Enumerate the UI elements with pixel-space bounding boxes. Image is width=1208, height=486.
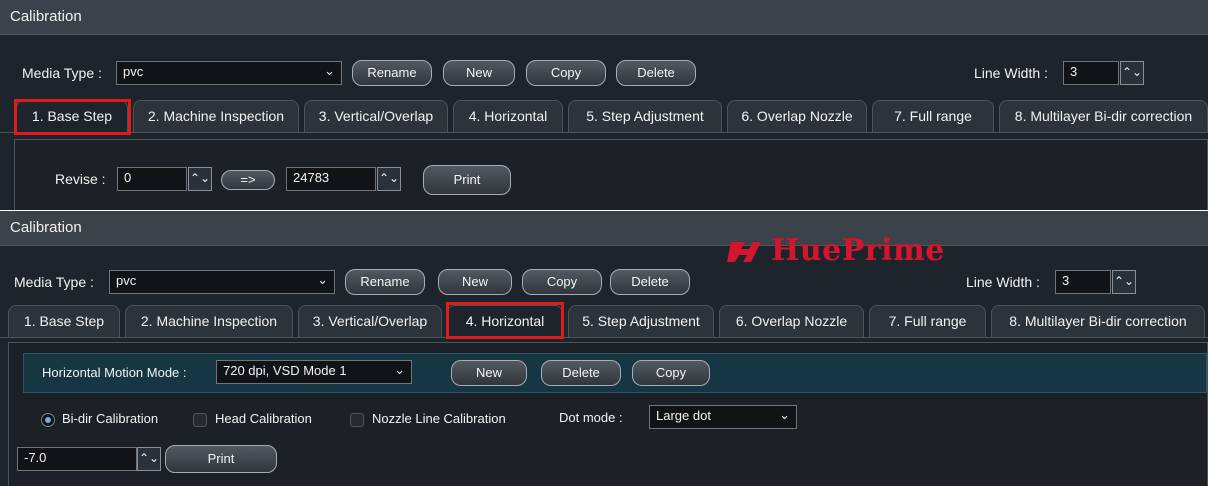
line-width-label: Line Width : <box>974 65 1048 81</box>
revise-value: 0 <box>124 170 132 185</box>
brand-mark-icon <box>727 241 761 262</box>
step-value-input[interactable]: 24783 <box>286 167 376 191</box>
chevron-down-icon: ⌄ <box>317 272 328 287</box>
brand-logo: HuePrime <box>727 233 945 268</box>
tab-divider <box>0 337 1208 338</box>
new-button[interactable]: New <box>443 60 515 86</box>
tab-step-adjustment[interactable]: 5. Step Adjustment <box>568 100 722 132</box>
motion-mode-value: 720 dpi, VSD Mode 1 <box>223 363 347 378</box>
copy-button[interactable]: Copy <box>526 60 606 86</box>
revise-input[interactable]: 0 <box>117 167 187 191</box>
delete-button[interactable]: Delete <box>610 269 690 295</box>
line-width-spinner[interactable]: ⌃⌄ <box>1112 270 1136 294</box>
new-button[interactable]: New <box>438 269 512 295</box>
offset-value: -7.0 <box>24 450 47 465</box>
tab-overlap-nozzle[interactable]: 6. Overlap Nozzle <box>719 305 864 337</box>
title-bar: Calibration <box>0 0 1208 35</box>
tab-step-adjustment[interactable]: 5. Step Adjustment <box>568 305 714 337</box>
rename-button[interactable]: Rename <box>345 269 425 295</box>
delete-button[interactable]: Delete <box>616 60 696 86</box>
rename-button[interactable]: Rename <box>352 60 432 86</box>
highlight-box-base-step <box>14 99 131 135</box>
line-width-value: 3 <box>1062 273 1070 288</box>
line-width-spinner[interactable]: ⌃⌄ <box>1120 61 1144 85</box>
line-width-input[interactable]: 3 <box>1055 270 1111 294</box>
nozzle-line-label: Nozzle Line Calibration <box>372 411 506 426</box>
tab-horizontal[interactable]: 4. Horizontal <box>453 100 563 132</box>
media-type-label: Media Type : <box>14 274 94 290</box>
revise-spinner[interactable]: ⌃⌄ <box>188 167 212 191</box>
copy-button[interactable]: Copy <box>522 269 602 295</box>
tab-multilayer-bidir[interactable]: 8. Multilayer Bi-dir correction <box>999 100 1208 132</box>
motion-mode-bar: Horizontal Motion Mode : 720 dpi, VSD Mo… <box>23 353 1207 393</box>
tab-multilayer-bidir[interactable]: 8. Multilayer Bi-dir correction <box>991 305 1205 337</box>
tab-base-step[interactable]: 1. Base Step <box>8 305 120 337</box>
nozzle-line-checkbox[interactable] <box>350 413 364 427</box>
head-calibration-label: Head Calibration <box>215 411 312 426</box>
media-type-dropdown[interactable]: pvc ⌄ <box>116 61 342 85</box>
print-button[interactable]: Print <box>423 165 511 195</box>
window-title: Calibration <box>10 8 82 25</box>
chevron-down-icon: ⌄ <box>779 407 790 422</box>
bidir-calibration-label: Bi-dir Calibration <box>62 411 159 426</box>
head-calibration-checkbox[interactable] <box>193 413 207 427</box>
motion-mode-dropdown[interactable]: 720 dpi, VSD Mode 1 ⌄ <box>216 360 412 384</box>
tab-overlap-nozzle[interactable]: 6. Overlap Nozzle <box>727 100 867 132</box>
line-width-value: 3 <box>1070 64 1078 79</box>
tab-divider <box>0 132 1208 133</box>
dot-mode-label: Dot mode : <box>559 410 623 425</box>
motion-mode-label: Horizontal Motion Mode : <box>42 365 187 380</box>
step-value-spinner[interactable]: ⌃⌄ <box>377 167 401 191</box>
offset-input[interactable]: -7.0 <box>17 447 137 471</box>
step-value: 24783 <box>293 170 330 185</box>
calibration-panel-horizontal: Calibration Media Type : pvc ⌄ Rename Ne… <box>0 211 1208 486</box>
calibration-panel-base-step: Calibration Media Type : pvc ⌄ Rename Ne… <box>0 0 1208 210</box>
window-title: Calibration <box>10 219 82 236</box>
media-type-label: Media Type : <box>22 65 102 81</box>
offset-spinner[interactable]: ⌃⌄ <box>137 447 161 471</box>
chevron-down-icon: ⌄ <box>324 63 335 78</box>
title-bar: Calibration <box>0 211 1208 246</box>
tab-full-range[interactable]: 7. Full range <box>872 100 994 132</box>
mode-copy-button[interactable]: Copy <box>632 360 710 386</box>
tab-vertical-overlap[interactable]: 3. Vertical/Overlap <box>304 100 448 132</box>
media-type-dropdown[interactable]: pvc ⌄ <box>109 270 335 294</box>
media-type-value: pvc <box>116 273 137 288</box>
tab-machine-inspection[interactable]: 2. Machine Inspection <box>133 100 299 132</box>
horizontal-content: Horizontal Motion Mode : 720 dpi, VSD Mo… <box>8 342 1208 486</box>
chevron-down-icon: ⌄ <box>394 362 405 377</box>
revise-label: Revise : <box>55 171 106 187</box>
tab-machine-inspection[interactable]: 2. Machine Inspection <box>125 305 293 337</box>
mode-new-button[interactable]: New <box>451 360 527 386</box>
line-width-label: Line Width : <box>966 274 1040 290</box>
print-button[interactable]: Print <box>165 445 277 473</box>
mode-delete-button[interactable]: Delete <box>541 360 621 386</box>
dot-mode-value: Large dot <box>656 408 711 423</box>
tab-full-range[interactable]: 7. Full range <box>869 305 986 337</box>
brand-name: HuePrime <box>771 233 945 268</box>
bidir-calibration-radio[interactable] <box>41 413 55 427</box>
base-step-content: Revise : 0 ⌃⌄ => 24783 ⌃⌄ Print <box>14 139 1208 210</box>
line-width-input[interactable]: 3 <box>1063 61 1119 85</box>
apply-arrow-button[interactable]: => <box>221 170 275 190</box>
highlight-box-horizontal <box>446 302 564 339</box>
dot-mode-dropdown[interactable]: Large dot ⌄ <box>649 405 797 429</box>
media-type-value: pvc <box>123 64 144 79</box>
tab-vertical-overlap[interactable]: 3. Vertical/Overlap <box>298 305 442 337</box>
